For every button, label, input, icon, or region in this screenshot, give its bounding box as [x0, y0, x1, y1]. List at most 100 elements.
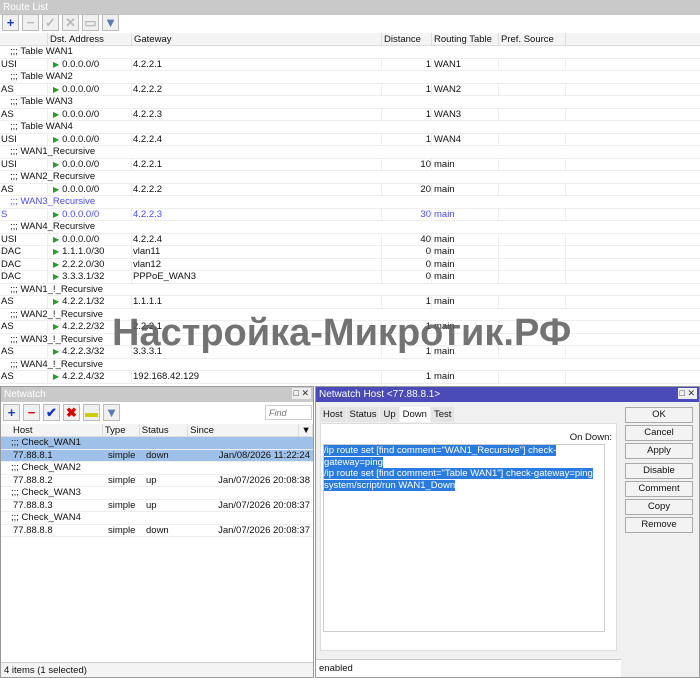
column-header[interactable]	[0, 33, 48, 45]
route-row[interactable]: USI ▶ 0.0.0.0/0 4.2.2.1 1 WAN1	[0, 58, 700, 71]
disable-button[interactable]: Disable	[625, 463, 693, 479]
cell-dst: ▶ 4.2.2.1/32	[48, 296, 132, 308]
tab-content: On Down: /ip route set [find comment="WA…	[320, 423, 617, 651]
remove-icon[interactable]: −	[22, 14, 39, 31]
filter-icon[interactable]: ▼	[102, 14, 119, 31]
route-row[interactable]: AS ▶ 0.0.0.0/0 4.2.2.3 1 WAN3	[0, 108, 700, 121]
netwatch-row[interactable]: 77.88.8.1 simple down Jan/08/2026 11:22:24	[1, 449, 313, 462]
column-header[interactable]: Distance	[382, 33, 432, 45]
route-row[interactable]: AS ▶ 4.2.2.4/32 192.168.42.129 1 main	[0, 371, 700, 384]
netwatch-comment: ;;; Check_WAN1	[11, 437, 81, 448]
dst-address: 1.1.1.0/30	[62, 246, 105, 257]
column-header[interactable]: Host	[11, 424, 103, 436]
column-header[interactable]: Type	[103, 424, 140, 436]
column-header[interactable]: Routing Table	[432, 33, 499, 45]
tab-down[interactable]: Down	[399, 407, 430, 422]
route-row[interactable]: DAC ▶ 3.3.3.1/32 PPPoE_WAN3 0 main	[0, 271, 700, 284]
route-row[interactable]: AS ▶ 0.0.0.0/0 4.2.2.2 20 main	[0, 183, 700, 196]
add-icon[interactable]: +	[3, 404, 20, 421]
comment-row[interactable]: ;;; Check_WAN1	[1, 437, 313, 450]
route-table-header: Dst. Address Gateway Distance Routing Table…	[0, 33, 700, 46]
comment-row[interactable]: ;;; Check_WAN4	[1, 512, 313, 525]
tab-up[interactable]: Up	[380, 407, 399, 422]
netwatch-comment: ;;; Check_WAN2	[11, 462, 81, 473]
enable-icon[interactable]: ✓	[42, 14, 59, 31]
route-comment: ;;; WAN1_Recursive	[10, 146, 96, 157]
comment-row[interactable]: ;;; WAN1_Recursive	[0, 146, 700, 159]
active-arrow-icon: ▶	[53, 209, 60, 219]
route-row[interactable]: USI ▶ 0.0.0.0/0 4.2.2.4 1 WAN4	[0, 133, 700, 146]
cell-pref-source	[499, 296, 566, 308]
comment-row[interactable]: ;;; Table WAN1	[0, 46, 700, 59]
route-row[interactable]: USI ▶ 0.0.0.0/0 4.2.2.4 40 main	[0, 233, 700, 246]
cell-host: 77.88.8.8	[13, 524, 53, 536]
add-icon[interactable]: +	[2, 14, 19, 31]
filter-icon[interactable]: ▼	[103, 404, 120, 421]
dst-address: 4.2.2.2/32	[62, 321, 105, 332]
close-icon[interactable]: □ ✕	[677, 388, 697, 399]
comment-row[interactable]: ;;; Table WAN2	[0, 71, 700, 84]
dst-address: 0.0.0.0/0	[62, 83, 100, 95]
comment-row[interactable]: ;;; WAN2_Recursive	[0, 171, 700, 184]
cancel-button[interactable]: Cancel	[625, 425, 693, 441]
column-header[interactable]: Gateway	[132, 33, 382, 45]
comment-row[interactable]: ;;; WAN4_Recursive	[0, 221, 700, 234]
comment-row[interactable]: ;;; Check_WAN2	[1, 462, 313, 475]
cell-status: down	[146, 449, 169, 461]
column-header[interactable]: Dst. Address	[48, 33, 132, 45]
cell-dst: ▶ 0.0.0.0/0	[48, 233, 132, 245]
disable-icon[interactable]: ✕	[62, 14, 79, 31]
comment-row[interactable]: ;;; Check_WAN3	[1, 487, 313, 500]
comment-icon[interactable]: ▭	[82, 14, 99, 31]
comment-row[interactable]: ;;; WAN1_!_Recursive	[0, 284, 700, 296]
cell-gw: vlan12	[132, 258, 382, 270]
comment-button[interactable]: Comment	[625, 481, 693, 497]
route-row[interactable]: USI ▶ 0.0.0.0/0 4.2.2.1 10 main	[0, 158, 700, 171]
comment-row[interactable]: ;;; WAN4_!_Recursive	[0, 359, 700, 371]
cell-type: simple	[108, 499, 136, 511]
apply-button[interactable]: Apply	[625, 443, 693, 459]
cell-table: main	[432, 258, 499, 270]
tab-test[interactable]: Test	[430, 407, 455, 422]
on-down-script[interactable]: /ip route set [find comment="WAN1_Recurs…	[323, 444, 605, 632]
column-header[interactable]: Since	[188, 424, 300, 436]
route-row[interactable]: S ▶ 0.0.0.0/0 4.2.2.3 30 main	[0, 208, 700, 221]
cell-gw: PPPoE_WAN3	[132, 271, 382, 283]
disable-icon[interactable]: ✖	[63, 404, 80, 421]
script-line: system/script/run WAN1_Down	[324, 479, 604, 492]
netwatch-row[interactable]: 77.88.8.2 simple up Jan/07/2026 20:08:38	[1, 474, 313, 487]
column-header[interactable]: Status	[140, 424, 189, 436]
tab-status[interactable]: Status	[346, 407, 380, 422]
find-input[interactable]	[265, 405, 312, 420]
netwatch-row[interactable]: 77.88.8.3 simple up Jan/07/2026 20:08:37	[1, 499, 313, 512]
route-row[interactable]: AS ▶ 4.2.2.1/32 1.1.1.1 1 main	[0, 296, 700, 309]
cell-host: 77.88.8.2	[13, 474, 53, 486]
cell-type: simple	[108, 524, 136, 536]
cell-gw: 4.2.2.1	[132, 158, 382, 170]
enable-icon[interactable]: ✔	[43, 404, 60, 421]
column-header[interactable]: Pref. Source	[499, 33, 566, 45]
dst-address: 0.0.0.0/0	[62, 158, 100, 170]
tab-bar: Host Status Up Down Test	[320, 407, 455, 422]
remove-icon[interactable]: −	[23, 404, 40, 421]
ok-button[interactable]: OK	[625, 407, 693, 423]
script-line: gateway=ping	[324, 456, 604, 469]
netwatch-row[interactable]: 77.88.8.8 simple down Jan/07/2026 20:08:37	[1, 524, 313, 537]
comment-icon[interactable]: ▬	[83, 404, 100, 421]
tab-host[interactable]: Host	[320, 407, 346, 422]
route-row[interactable]: DAC ▶ 2.2.2.0/30 vlan12 0 main	[0, 258, 700, 271]
route-comment: ;;; WAN2_!_Recursive	[10, 308, 104, 320]
cell-table: main	[432, 208, 499, 220]
comment-row[interactable]: ;;; Table WAN3	[0, 96, 700, 109]
comment-row[interactable]: ;;; WAN3_Recursive	[0, 196, 700, 209]
column-header[interactable]: ▼	[299, 424, 314, 436]
cell-since: Jan/07/2026 20:08:37	[218, 524, 310, 536]
comment-row[interactable]: ;;; Table WAN4	[0, 121, 700, 134]
remove-button[interactable]: Remove	[625, 517, 693, 533]
copy-button[interactable]: Copy	[625, 499, 693, 515]
route-row[interactable]: DAC ▶ 1.1.1.0/30 vlan11 0 main	[0, 246, 700, 259]
cell-dst: ▶ 0.0.0.0/0	[48, 208, 132, 220]
script-text: /ip route set [find comment="WAN1_Recurs…	[324, 445, 557, 456]
close-icon[interactable]: □ ✕	[291, 388, 311, 399]
route-row[interactable]: AS ▶ 0.0.0.0/0 4.2.2.2 1 WAN2	[0, 83, 700, 96]
